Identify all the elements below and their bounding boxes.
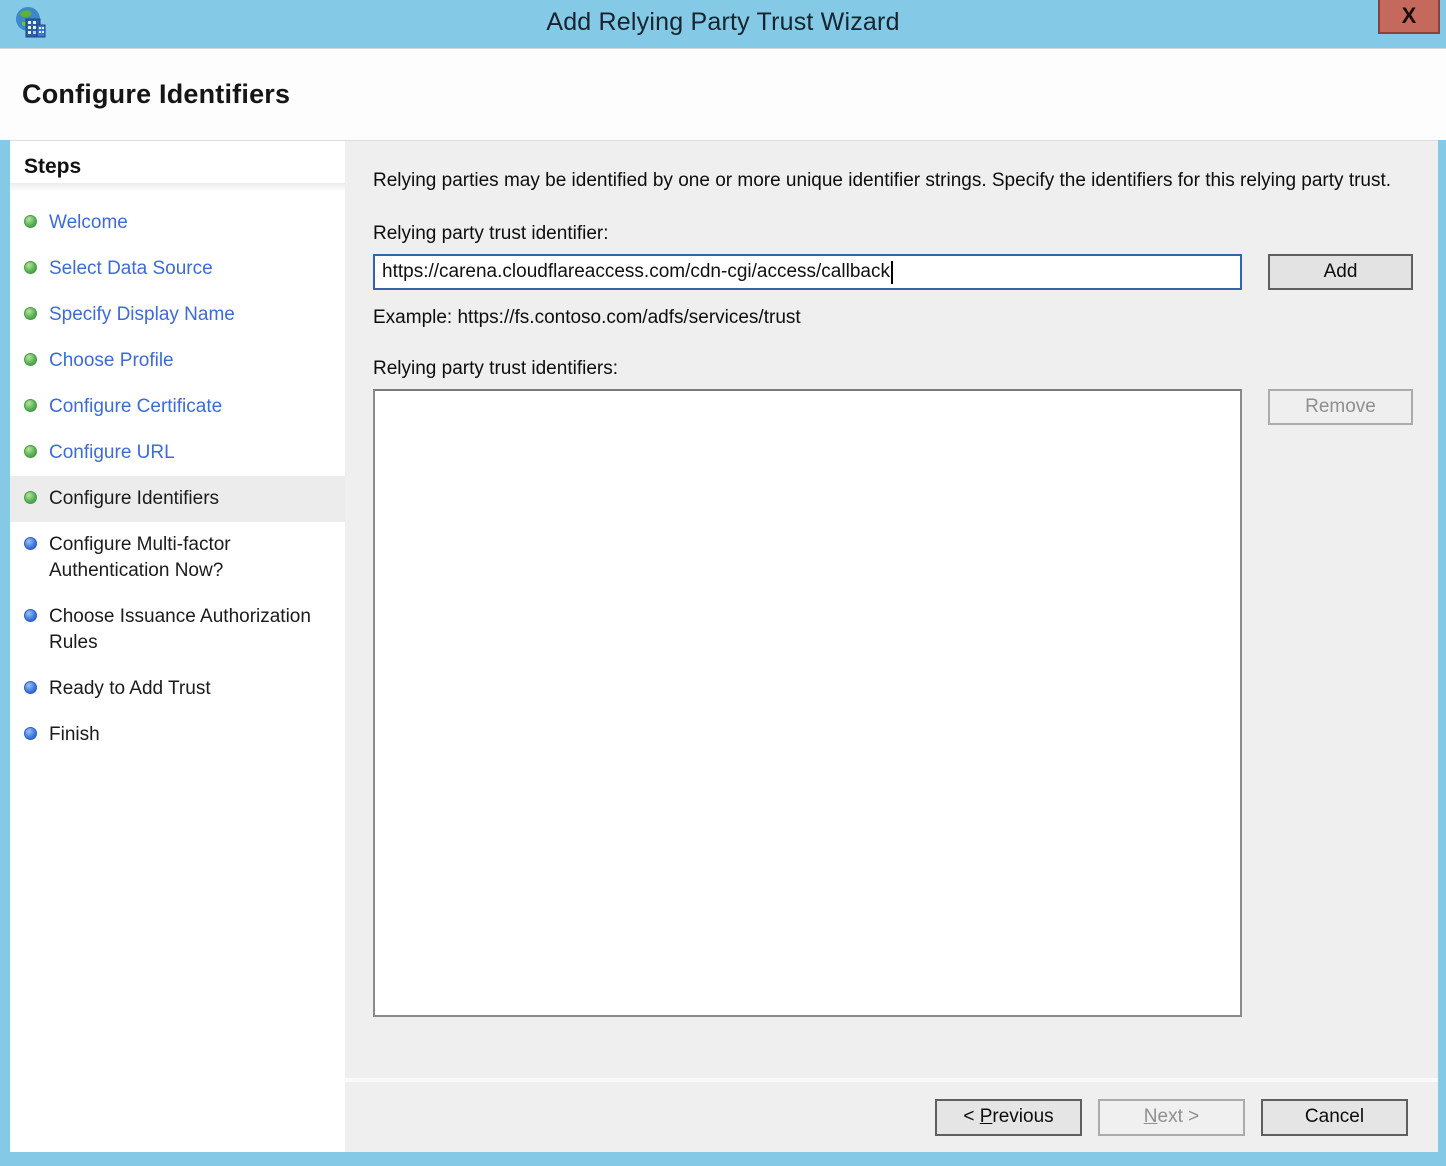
step-configure-url[interactable]: Configure URL [10,430,345,476]
step-choose-issuance-rules[interactable]: Choose Issuance Authorization Rules [10,594,345,666]
step-configure-mfa[interactable]: Configure Multi-factor Authentication No… [10,522,345,594]
titlebar: Add Relying Party Trust Wizard X [0,0,1446,48]
step-welcome[interactable]: Welcome [10,200,345,246]
cancel-button[interactable]: Cancel [1261,1099,1408,1136]
identifier-label: Relying party trust identifier: [373,223,1413,245]
step-ready-to-add-trust[interactable]: Ready to Add Trust [10,666,345,712]
step-configure-certificate[interactable]: Configure Certificate [10,384,345,430]
steps-separator [10,183,345,192]
close-button[interactable]: X [1378,0,1440,34]
add-button[interactable]: Add [1268,254,1413,290]
intro-text: Relying parties may be identified by one… [373,167,1403,194]
step-done-icon [24,307,37,320]
page-title: Configure Identifiers [22,79,290,110]
steps-list: Welcome Select Data Source Specify Displ… [10,200,345,758]
step-select-data-source[interactable]: Select Data Source [10,246,345,292]
step-specify-display-name[interactable]: Specify Display Name [10,292,345,338]
step-done-icon [24,215,37,228]
previous-button[interactable]: < Previous [935,1099,1082,1136]
identifier-input[interactable]: https://carena.cloudflareaccess.com/cdn-… [373,254,1242,290]
remove-button[interactable]: Remove [1268,389,1413,425]
step-finish[interactable]: Finish [10,712,345,758]
next-button[interactable]: Next > [1098,1099,1245,1136]
content-row: Steps Welcome Select Data Source Specify… [10,140,1438,1152]
step-pending-icon [24,681,37,694]
main-panel: Relying parties may be identified by one… [345,141,1438,1152]
steps-heading: Steps [10,151,345,183]
step-pending-icon [24,727,37,740]
step-configure-identifiers[interactable]: Configure Identifiers [10,476,345,522]
step-done-icon [24,261,37,274]
step-choose-profile[interactable]: Choose Profile [10,338,345,384]
identifier-input-value: https://carena.cloudflareaccess.com/cdn-… [382,261,890,283]
header-band: Configure Identifiers [0,48,1446,140]
window-bottom-border [0,1152,1446,1166]
identifiers-list-label: Relying party trust identifiers: [373,358,1413,380]
steps-sidebar: Steps Welcome Select Data Source Specify… [10,141,345,1152]
footer: < Previous Next > Cancel [345,1082,1438,1152]
identifiers-listbox[interactable] [373,389,1242,1017]
step-done-icon [24,399,37,412]
step-pending-icon [24,537,37,550]
step-done-icon [24,353,37,366]
step-done-icon [24,445,37,458]
window-title: Add Relying Party Trust Wizard [0,8,1446,37]
close-icon: X [1402,3,1417,28]
wizard-window: Add Relying Party Trust Wizard X Configu… [0,0,1446,1166]
step-pending-icon [24,609,37,622]
example-text: Example: https://fs.contoso.com/adfs/ser… [373,307,1413,329]
text-caret [891,261,893,284]
step-current-icon [24,491,37,504]
